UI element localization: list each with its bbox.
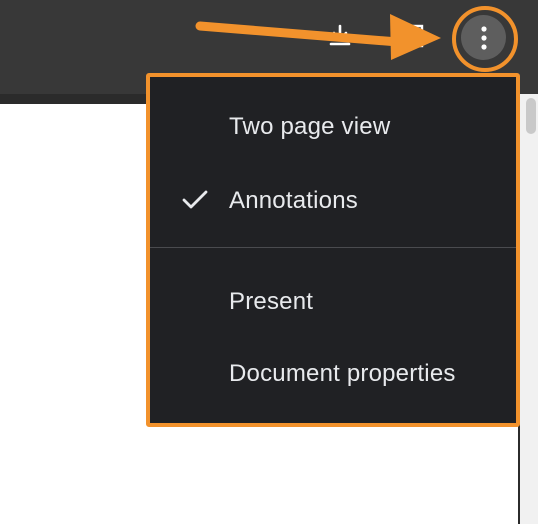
- download-button[interactable]: [322, 18, 358, 54]
- more-options-button[interactable]: [461, 15, 506, 60]
- menu-item-label: Document properties: [229, 360, 456, 387]
- menu-divider: [150, 247, 516, 248]
- more-options-menu: Two page view Annotations Present Docume…: [146, 73, 520, 427]
- menu-item-label: Annotations: [229, 187, 358, 214]
- menu-item-label: Present: [229, 288, 314, 315]
- print-icon: [406, 24, 426, 48]
- menu-item-annotations[interactable]: Annotations: [150, 169, 516, 233]
- menu-item-label: Two page view: [229, 113, 391, 140]
- menu-item-present[interactable]: Present: [150, 270, 516, 334]
- print-button[interactable]: [398, 18, 434, 54]
- pdf-viewer-screen: Two page view Annotations Present Docume…: [0, 0, 538, 524]
- menu-item-two-page-view[interactable]: Two page view: [150, 95, 516, 159]
- menu-item-document-properties[interactable]: Document properties: [150, 342, 516, 406]
- scrollbar[interactable]: [520, 94, 538, 524]
- more-vert-icon: [480, 25, 487, 50]
- scrollbar-thumb[interactable]: [526, 98, 536, 134]
- download-icon: [329, 24, 351, 46]
- checkmark-icon: [182, 190, 208, 209]
